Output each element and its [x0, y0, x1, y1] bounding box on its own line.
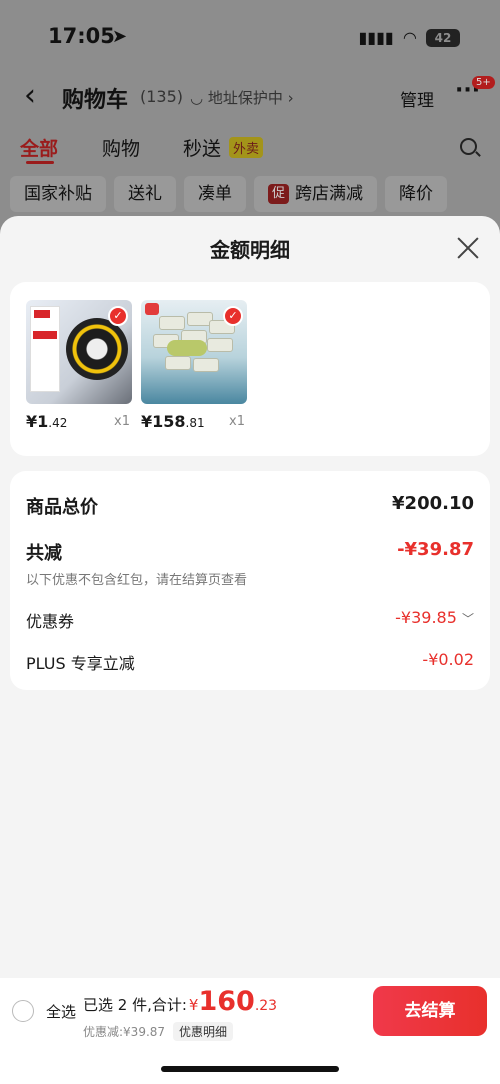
- product-item[interactable]: ✓ ¥1.42 x1: [26, 300, 132, 431]
- amount-detail-sheet: 金额明细 ✓ ¥1.42 x1 ✓ ¥158.81 x1 商品总价 ¥200.1…: [0, 216, 500, 1084]
- more-badge: 5+: [472, 76, 495, 89]
- filter-combine[interactable]: 凑单: [184, 176, 246, 212]
- currency-symbol: ¥: [188, 996, 199, 1014]
- tab-shopping[interactable]: 购物: [102, 134, 140, 161]
- product-quantity: x1: [229, 414, 245, 429]
- address-label: 地址保护中: [207, 89, 283, 107]
- total-label: 商品总价: [26, 497, 98, 518]
- cart-count: (135): [140, 87, 184, 106]
- brand-logo: [145, 303, 159, 315]
- checked-icon: ✓: [223, 306, 243, 326]
- cart-tabs: 全部 购物 秒送 外卖: [0, 134, 500, 170]
- filter-chips: 国家补贴 送礼 凑单 促跨店满减 降价: [10, 176, 500, 212]
- select-all-label[interactable]: 全选: [46, 1001, 76, 1022]
- discount-line: 优惠减:¥39.87 优惠明细: [83, 1022, 234, 1041]
- checked-icon: ✓: [108, 306, 128, 326]
- address-protection-link[interactable]: ◡ 地址保护中 ›: [190, 87, 294, 108]
- product-price: ¥158.81: [141, 412, 205, 431]
- product-image-wipes: ✓: [141, 300, 247, 404]
- home-indicator: [161, 1066, 339, 1072]
- checkout-button[interactable]: 去结算: [373, 986, 487, 1036]
- total-value: ¥200.10: [392, 493, 474, 514]
- filter-cross-store[interactable]: 促跨店满减: [254, 176, 378, 212]
- status-time: 17:05: [48, 24, 115, 48]
- coupon-label: 优惠券: [26, 612, 75, 631]
- product-quantity: x1: [114, 414, 130, 429]
- selected-label: 已选 2 件,合计:: [83, 996, 187, 1014]
- price-summary-card: 商品总价 ¥200.10 共减 -¥39.87 以下优惠不包含红包，请在结算页查…: [10, 471, 490, 690]
- close-icon[interactable]: [456, 236, 480, 260]
- discount-detail-button[interactable]: 优惠明细: [173, 1022, 234, 1041]
- total-amount: 已选 2 件,合计: ¥ 160 .23: [83, 986, 277, 1017]
- selected-products-card: ✓ ¥1.42 x1 ✓ ¥158.81 x1: [10, 282, 490, 456]
- signal-icon: ▮▮▮▮: [358, 28, 394, 47]
- tab-express[interactable]: 秒送: [183, 134, 221, 161]
- checkout-bar: 全选 已选 2 件,合计: ¥ 160 .23 优惠减:¥39.87 优惠明细 …: [0, 978, 500, 1084]
- product-price: ¥1.42: [26, 412, 68, 431]
- chevron-down-icon: ﹀: [461, 612, 474, 626]
- status-bar: 17:05 ➤ ▮▮▮▮ ◠ 42: [0, 22, 500, 52]
- search-icon[interactable]: [460, 138, 477, 155]
- tab-all[interactable]: 全部: [20, 134, 58, 161]
- location-arrow-icon: ➤: [112, 26, 128, 47]
- amount-integer: 160: [198, 986, 255, 1017]
- reduce-label: 共减: [26, 543, 62, 564]
- filter-price-drop[interactable]: 降价: [385, 176, 448, 212]
- product-image-tape: ✓: [26, 300, 132, 404]
- reduce-value: -¥39.87: [397, 539, 474, 560]
- plus-label: PLUS 专享立减: [26, 654, 135, 673]
- sheet-title: 金额明细: [210, 238, 290, 262]
- promo-tag: 促: [268, 184, 290, 204]
- waimai-tag: 外卖: [229, 137, 264, 158]
- product-item[interactable]: ✓ ¥158.81 x1: [141, 300, 247, 431]
- filter-national-subsidy[interactable]: 国家补贴: [10, 176, 106, 212]
- filter-gift[interactable]: 送礼: [114, 176, 176, 212]
- amount-decimal: .23: [254, 998, 278, 1014]
- manage-button[interactable]: 管理: [400, 86, 434, 111]
- filter-cross-store-label: 跨店满减: [295, 184, 364, 204]
- plus-value: -¥0.02: [422, 650, 474, 669]
- coupon-value: -¥39.85 ﹀: [395, 608, 474, 627]
- tape-package-label: [30, 306, 60, 392]
- select-all-radio[interactable]: [12, 1000, 34, 1022]
- wifi-icon: ◠: [403, 28, 416, 47]
- tape-roll: [66, 318, 128, 380]
- page-title: 购物车: [62, 88, 129, 113]
- nav-bar: ‹ 购物车 (135) ◡ 地址保护中 › 管理 ··· 5+: [0, 76, 500, 118]
- tab-underline: [26, 161, 54, 164]
- discount-note: 以下优惠不包含红包，请在结算页查看: [26, 573, 248, 588]
- battery-icon: 42: [426, 28, 460, 47]
- discount-amount: 优惠减:¥39.87: [83, 1025, 166, 1039]
- back-icon[interactable]: ‹: [24, 78, 36, 113]
